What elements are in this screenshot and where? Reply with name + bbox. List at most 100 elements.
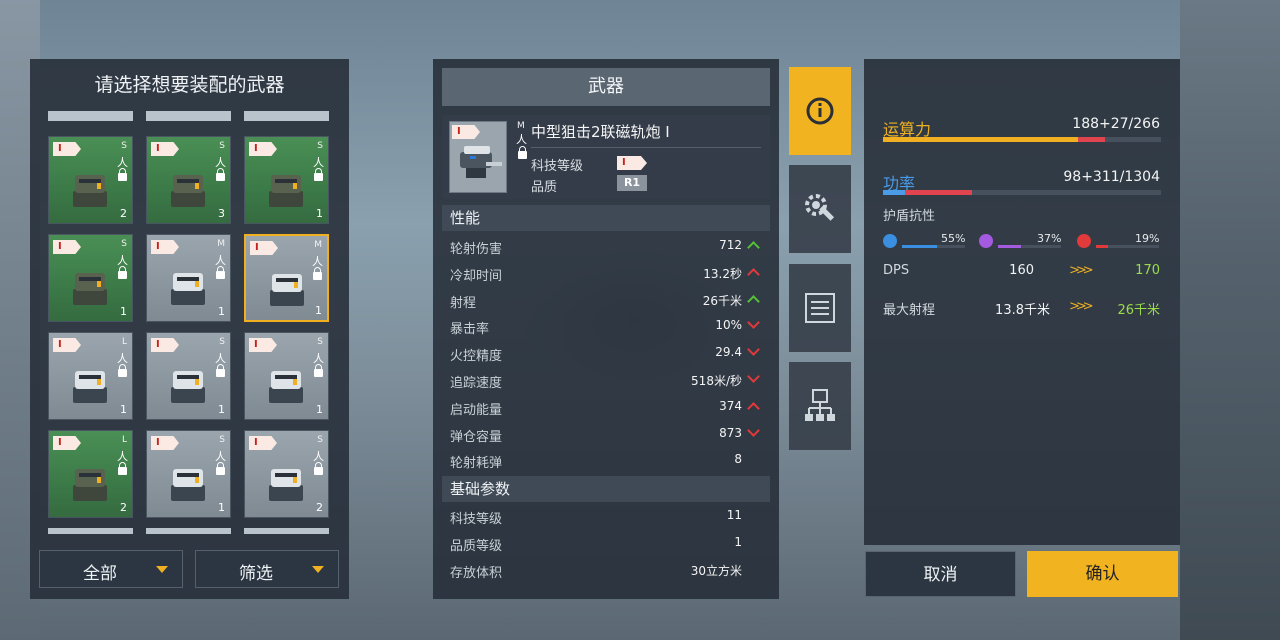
stat-row: 火控精度 29.4 — [450, 341, 760, 367]
lock-icon — [216, 462, 225, 475]
stat-name: 科技等级 — [450, 512, 503, 527]
weapon-tile[interactable]: IS人2 — [48, 136, 133, 224]
base-stat-row: 存放体积 30立方米 — [450, 558, 760, 584]
gear-wrench-icon — [805, 194, 835, 221]
weapon-grid[interactable]: IS人2IS人3IS人1IS人1IM人1IM人1IL人1IS人1IS人1IL人2… — [38, 111, 341, 591]
item-count: 1 — [120, 305, 127, 318]
tile-top-partial — [146, 111, 231, 121]
info-icon — [806, 97, 834, 125]
filter-screen-dropdown[interactable]: 筛选 — [195, 550, 339, 588]
stat-value: 374 — [719, 398, 742, 413]
energy-icon — [979, 234, 993, 248]
stat-row: 追踪速度 518米/秒 — [450, 368, 760, 394]
weapon-header: I M 人 中型狙击2联磁轨炮 I 科技等级 I 品质 R1 — [442, 115, 770, 199]
tier-badge: I — [250, 241, 278, 255]
filter-screen-label: 筛选 — [239, 564, 273, 584]
dps-old: 160 — [1009, 263, 1034, 278]
size-class: S — [219, 435, 225, 445]
filter-all-label: 全部 — [83, 564, 117, 584]
weapon-tile[interactable]: IS人1 — [48, 234, 133, 322]
tier-badge: I — [249, 338, 277, 352]
weapon-tile[interactable]: IS人3 — [146, 136, 231, 224]
lock-icon — [314, 168, 323, 181]
weapon-tile[interactable]: IS人1 — [146, 332, 231, 420]
weapon-icon — [269, 371, 303, 403]
stat-name: 轮射耗弹 — [450, 456, 503, 472]
weapon-tile[interactable]: IS人1 — [244, 332, 329, 420]
base-stat-row: 品质等级 1 — [450, 531, 760, 557]
stat-value: 29.4 — [715, 345, 742, 360]
tech-tier-badge: I — [617, 156, 647, 170]
tier-badge: I — [249, 142, 277, 156]
weapon-tile[interactable]: IS人2 — [244, 430, 329, 518]
weapon-tile[interactable]: IL人1 — [48, 332, 133, 420]
weapon-tile[interactable]: IS人1 — [146, 430, 231, 518]
background-structure-right — [1180, 0, 1280, 640]
size-class: M — [517, 121, 525, 131]
stat-value: 1 — [734, 535, 742, 549]
dps-label: DPS — [883, 263, 910, 278]
arrow-down-icon — [748, 347, 760, 357]
weapon-icon — [269, 469, 303, 501]
tab-list[interactable] — [789, 264, 851, 352]
tier-badge: I — [151, 240, 179, 254]
lock-icon — [313, 267, 322, 280]
confirm-button[interactable]: 确认 — [1027, 551, 1178, 597]
base-params-header: 基础参数 — [442, 476, 770, 502]
list-icon — [805, 293, 835, 323]
stat-name: 射程 — [450, 295, 477, 311]
stat-value: 30立方米 — [690, 564, 742, 578]
size-class: S — [317, 337, 323, 347]
weapon-tile[interactable]: IL人2 — [48, 430, 133, 518]
item-count: 1 — [218, 403, 225, 416]
power-bar-added — [905, 190, 972, 195]
lock-icon — [216, 364, 225, 377]
tab-modules[interactable] — [789, 165, 851, 253]
item-count: 1 — [218, 501, 225, 514]
chevron-down-icon — [156, 566, 168, 573]
arrow-up-icon — [748, 401, 760, 411]
weapon-icon — [171, 273, 205, 305]
resistance-bar-fill — [1096, 245, 1108, 248]
chevron-right-icon: >>> — [1069, 263, 1094, 278]
lock-icon — [216, 168, 225, 181]
computing-bar — [883, 137, 1161, 142]
stat-name: 火控精度 — [450, 349, 503, 365]
weapon-icon — [171, 175, 205, 207]
weapon-tile[interactable]: IM人1 — [244, 234, 329, 322]
weapon-icon — [73, 175, 107, 207]
stat-row: 轮射耗弹 8 — [450, 448, 760, 474]
weapon-icon — [73, 469, 107, 501]
stat-value: 873 — [719, 425, 742, 440]
resistance-bar-fill — [998, 245, 1022, 248]
stat-value: 8 — [734, 452, 742, 467]
tier-badge: I — [53, 338, 81, 352]
tab-network[interactable] — [789, 362, 851, 450]
tile-top-partial — [48, 111, 133, 121]
power-bar — [883, 190, 1161, 195]
cancel-button[interactable]: 取消 — [865, 551, 1016, 597]
base-stat-row: 科技等级 11 — [450, 504, 760, 530]
tier-badge: I — [53, 142, 81, 156]
weapon-icon — [73, 371, 107, 403]
weapon-select-panel: 请选择想要装配的武器 IS人2IS人3IS人1IS人1IM人1IM人1IL人1I… — [30, 59, 349, 599]
tier-badge: I — [249, 436, 277, 450]
weapon-tile[interactable]: IM人1 — [146, 234, 231, 322]
stat-value: 13.2秒 — [703, 266, 742, 281]
lock-icon — [518, 146, 527, 159]
size-class: S — [317, 141, 323, 151]
weapon-icon — [270, 274, 304, 306]
power-bar-fill — [883, 190, 906, 195]
stat-row: 冷却时间 13.2秒 — [450, 261, 760, 287]
stat-name: 存放体积 — [450, 566, 503, 581]
weapon-thumbnail: I — [449, 121, 507, 193]
stat-row: 轮射伤害 712 — [450, 234, 760, 260]
tier-badge: I — [151, 436, 179, 450]
fire-icon — [1077, 234, 1091, 248]
item-count: 1 — [218, 305, 225, 318]
tab-info[interactable] — [789, 67, 851, 155]
lightning-icon — [883, 234, 897, 248]
weapon-tile[interactable]: IS人1 — [244, 136, 329, 224]
stat-row: 射程 26千米 — [450, 288, 760, 314]
filter-all-dropdown[interactable]: 全部 — [39, 550, 183, 588]
